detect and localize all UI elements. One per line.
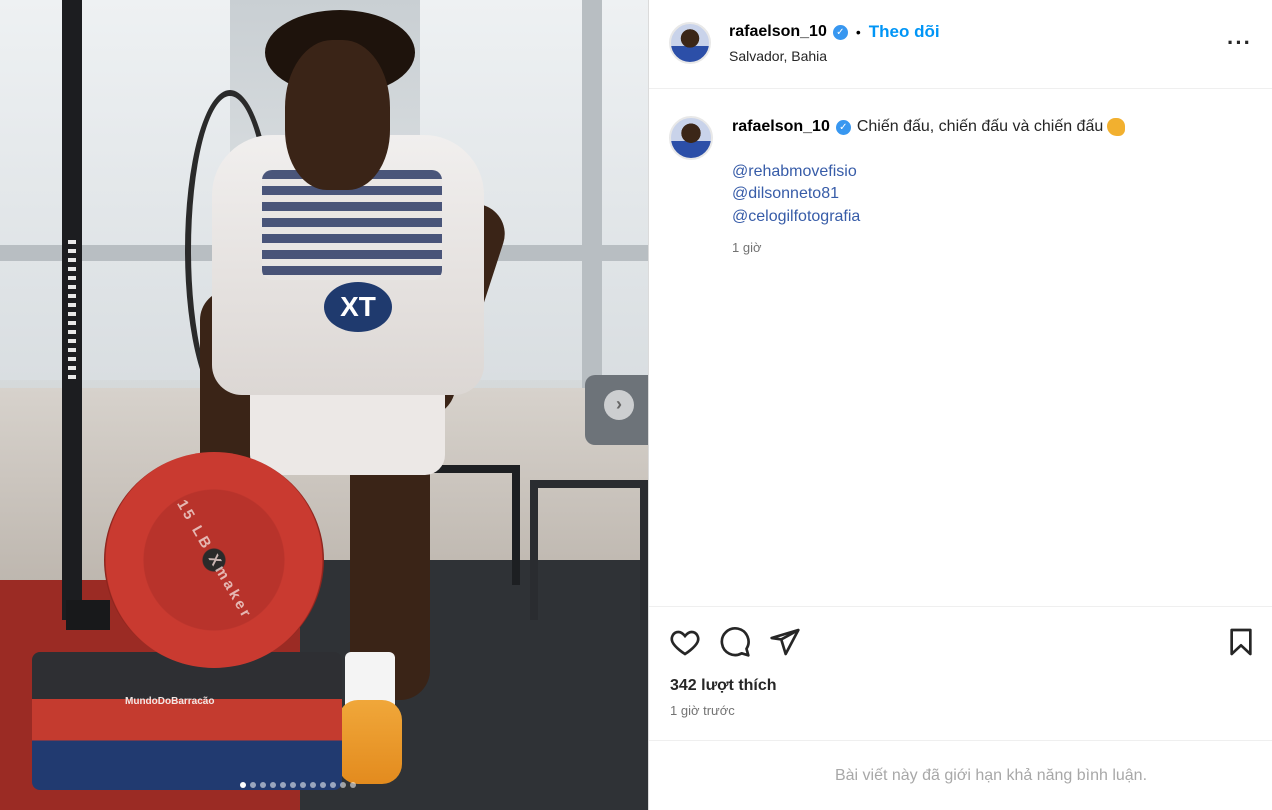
action-bar: 342 lượt thích 1 giờ trước xyxy=(649,606,1272,740)
mention-link[interactable]: @rehabmovefisio xyxy=(732,161,1252,184)
carousel-dot xyxy=(260,782,266,788)
rack-holes xyxy=(68,240,76,380)
carousel-dot xyxy=(300,782,306,788)
carousel-dot xyxy=(240,782,246,788)
comments-limited-text: Bài viết này đã giới hạn khả năng bình l… xyxy=(834,766,1148,784)
mention-list: @rehabmovefisio @dilsonneto81 @celogilfo… xyxy=(732,161,1252,229)
carousel-indicator xyxy=(240,782,356,790)
window-frame xyxy=(582,0,602,390)
carousel-next-button[interactable]: › xyxy=(604,390,634,420)
more-options-button[interactable]: ··· xyxy=(1227,30,1252,56)
post-details-panel: rafaelson_10 ✓ • Theo dõi Salvador, Bahi… xyxy=(648,0,1272,810)
flexed-biceps-icon xyxy=(1107,117,1126,136)
plyo-box xyxy=(422,465,520,585)
carousel-dot xyxy=(280,782,286,788)
follow-button[interactable]: Theo dõi xyxy=(869,22,940,42)
shirt-logo: XT xyxy=(324,282,392,332)
caption-avatar[interactable] xyxy=(669,116,713,160)
carousel-dot xyxy=(250,782,256,788)
carousel-dot xyxy=(330,782,336,788)
athlete-shoe xyxy=(338,700,402,784)
caption-text: Chiến đấu, chiến đấu và chiến đấu xyxy=(857,116,1126,139)
verified-badge-icon: ✓ xyxy=(832,24,848,40)
carousel-dot xyxy=(310,782,316,788)
comments-limited-notice: Bài viết này đã giới hạn khả năng bình l… xyxy=(649,740,1272,810)
separator-dot: • xyxy=(855,24,861,40)
mention-link[interactable]: @celogilfotografia xyxy=(732,206,1252,229)
verified-badge-icon: ✓ xyxy=(835,119,851,135)
post-header: rafaelson_10 ✓ • Theo dõi Salvador, Bahi… xyxy=(649,0,1272,89)
share-icon[interactable] xyxy=(769,626,801,658)
post-author: rafaelson_10 ✓ • Theo dõi xyxy=(729,22,940,42)
post-timestamp[interactable]: 1 giờ trước xyxy=(670,703,735,718)
carousel-dot xyxy=(290,782,296,788)
username-link[interactable]: rafaelson_10 xyxy=(729,23,827,41)
location-link[interactable]: Salvador, Bahia xyxy=(729,48,827,64)
carousel-dot xyxy=(270,782,276,788)
caption: rafaelson_10 ✓ Chiến đấu, chiến đấu và c… xyxy=(732,116,1252,260)
like-count[interactable]: 342 lượt thích xyxy=(670,677,777,695)
carousel-dot xyxy=(350,782,356,788)
post-media[interactable]: XT MundoDoBarracão 15 LB Xmaker › xyxy=(0,0,648,810)
athlete-head xyxy=(285,40,390,190)
avatar[interactable] xyxy=(669,22,711,64)
carousel-dot xyxy=(340,782,346,788)
caption-username-link[interactable]: rafaelson_10 xyxy=(732,116,830,139)
comment-icon[interactable] xyxy=(719,626,751,658)
bookmark-icon[interactable] xyxy=(1225,626,1257,658)
mention-link[interactable]: @dilsonneto81 xyxy=(732,183,1252,206)
bench-frame xyxy=(530,480,648,620)
caption-timestamp: 1 giờ xyxy=(732,240,762,255)
caption-line: rafaelson_10 ✓ Chiến đấu, chiến đấu và c… xyxy=(732,116,1252,139)
rack-foot xyxy=(66,600,110,630)
heart-icon[interactable] xyxy=(669,626,701,658)
carousel-dot xyxy=(320,782,326,788)
